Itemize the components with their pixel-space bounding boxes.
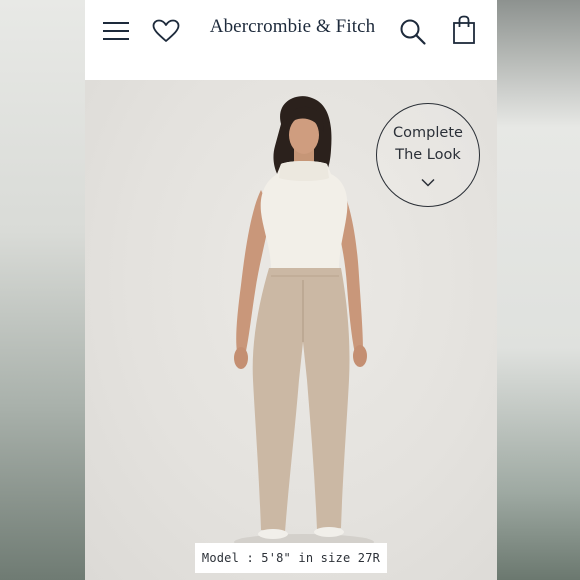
background-right-edge [497,0,580,580]
complete-the-look-line1: Complete [393,125,463,141]
menu-icon[interactable] [102,21,130,41]
bag-icon[interactable] [452,15,476,45]
brand-logo[interactable]: Abercrombie & Fitch [205,16,380,38]
model-size-caption: Model : 5'8" in size 27R [195,543,387,573]
search-icon[interactable] [399,18,427,46]
heart-icon[interactable] [152,19,180,43]
complete-the-look-button[interactable]: Complete The Look [376,103,480,207]
mobile-screen: Abercrombie & Fitch Complete The Look Mo… [85,0,497,580]
top-navigation-bar: Abercrombie & Fitch [85,0,497,80]
background-left-edge [0,0,85,580]
complete-the-look-line2: The Look [395,147,461,163]
chevron-down-icon [421,178,435,187]
